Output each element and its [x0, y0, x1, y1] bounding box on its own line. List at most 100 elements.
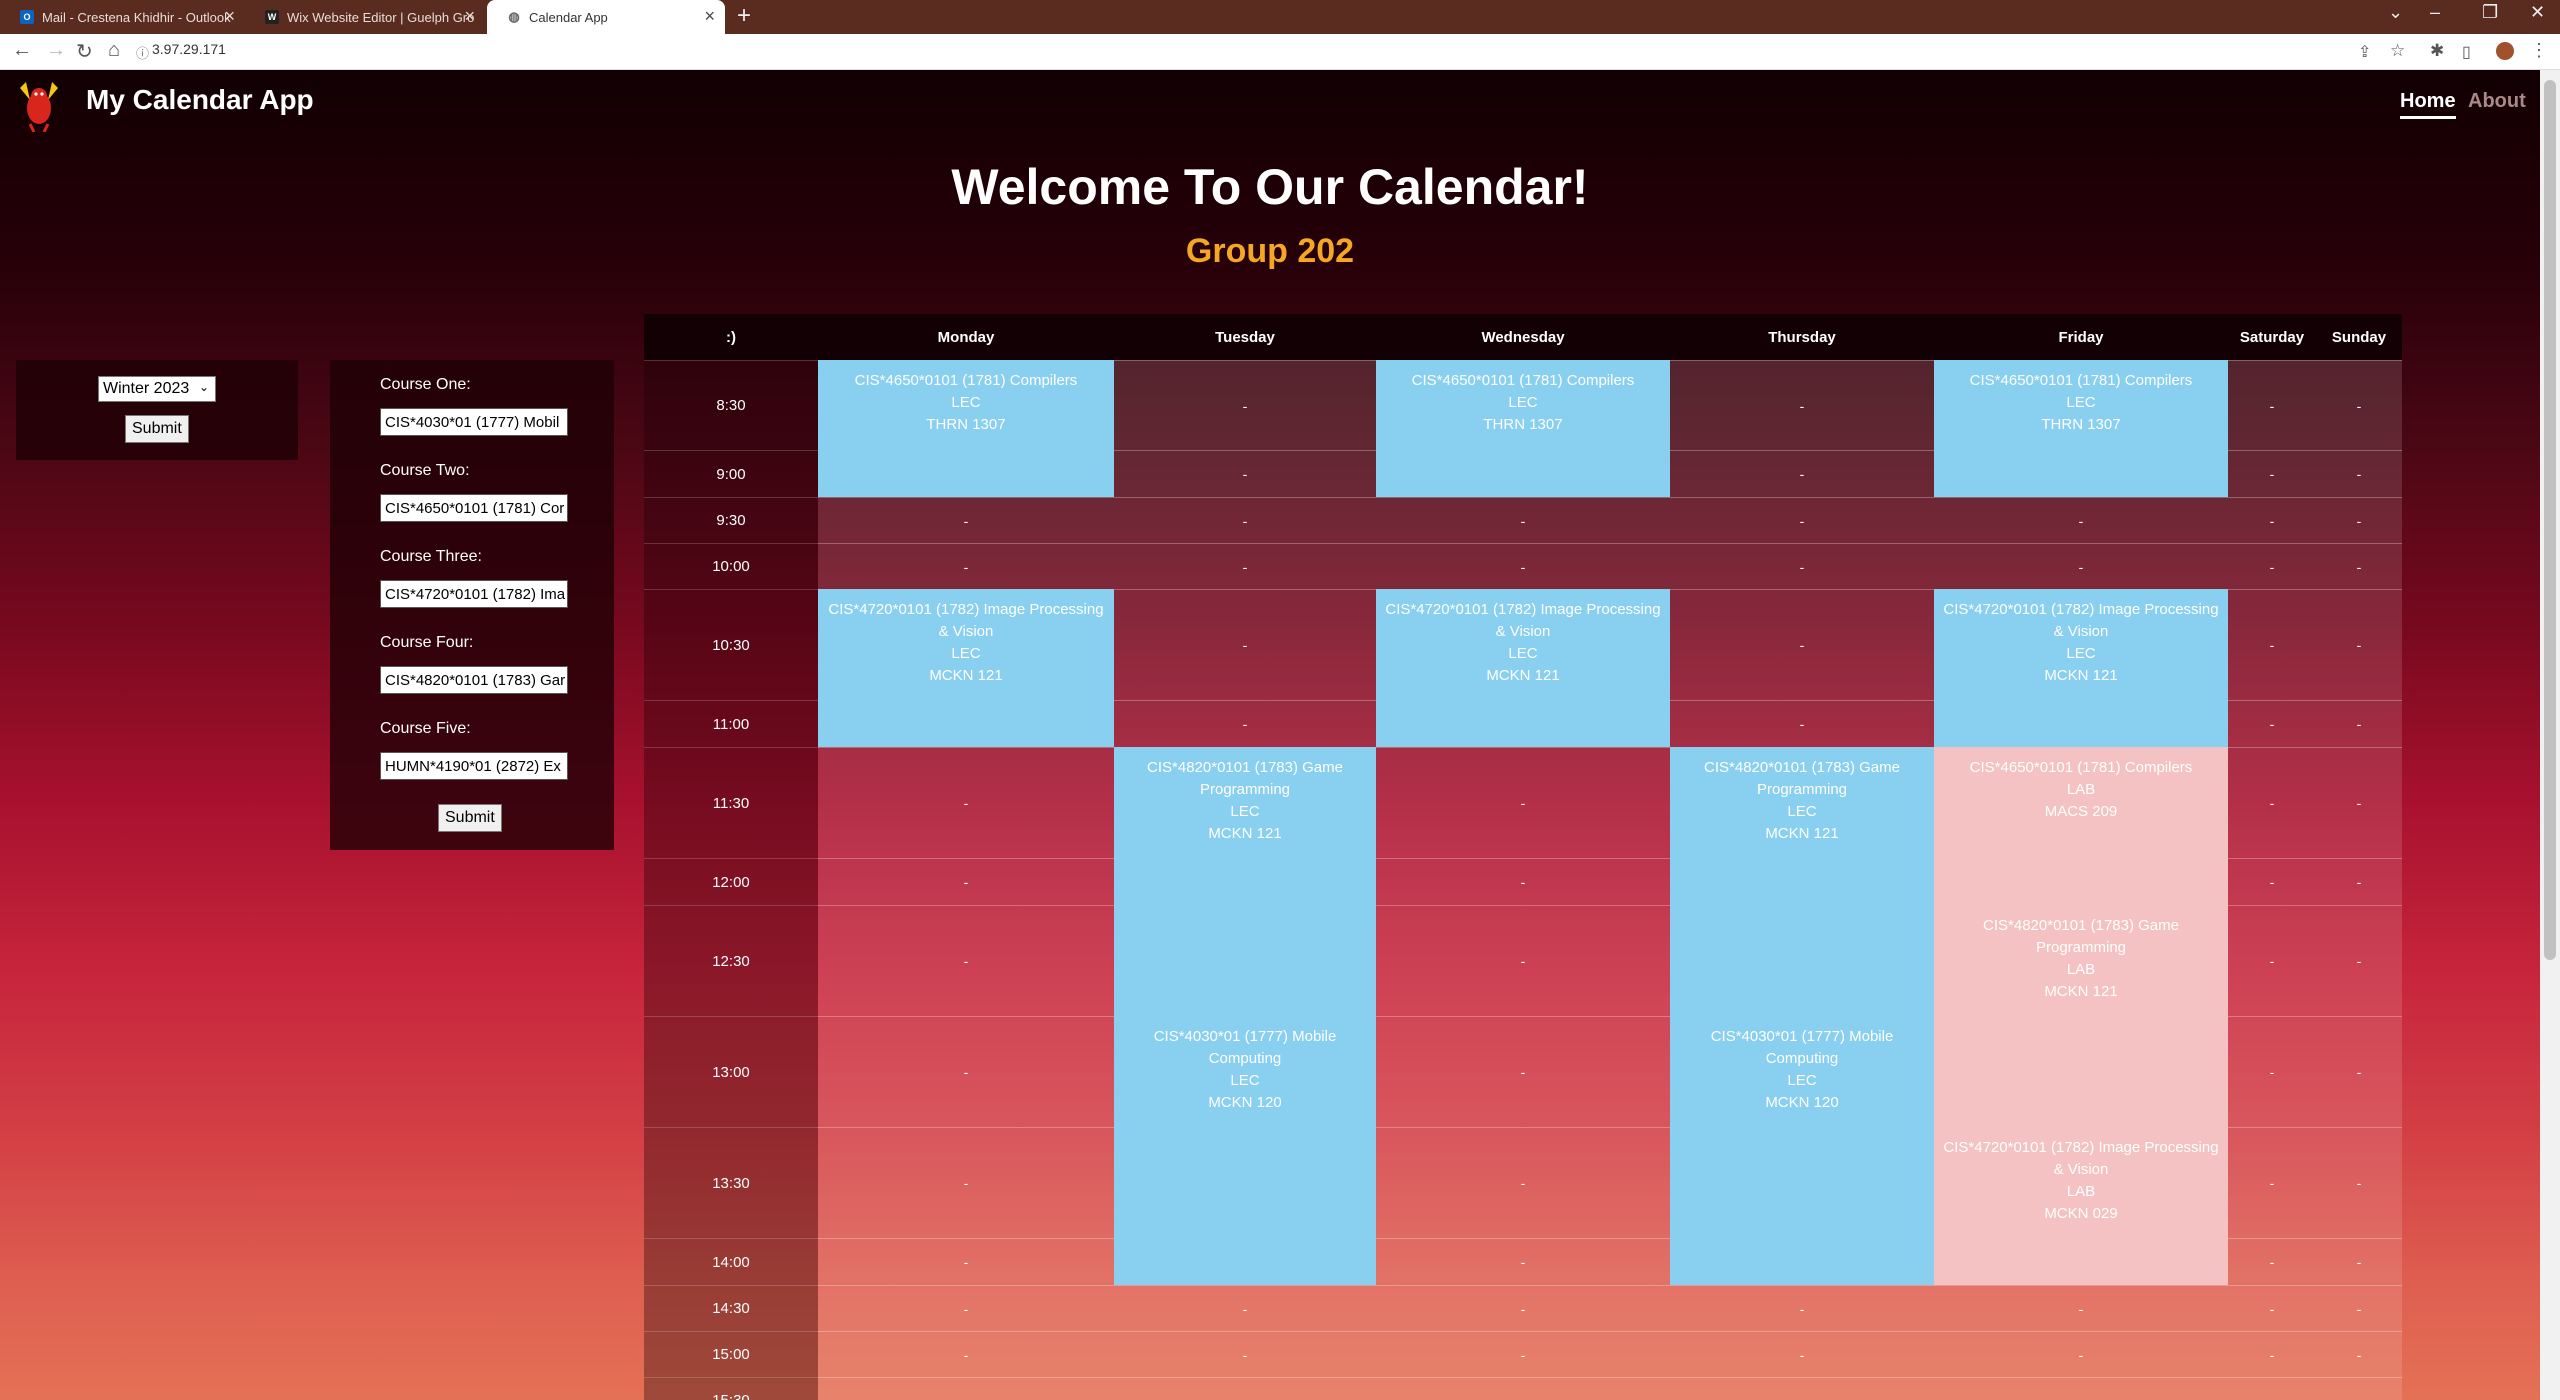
empty-slot[interactable]: - — [2228, 589, 2316, 700]
empty-slot[interactable]: - — [2228, 700, 2316, 747]
lab-event[interactable]: CIS*4820*0101 (1783) Game Programming LAB M… — [1934, 905, 2228, 1127]
lecture-event[interactable]: CIS*4650*0101 (1781) Compilers LEC THRN 13… — [1376, 360, 1670, 497]
empty-slot[interactable]: - — [2228, 1127, 2316, 1238]
empty-slot[interactable]: - — [2316, 589, 2402, 700]
term-submit-button[interactable]: Submit — [125, 415, 189, 443]
empty-slot[interactable]: - — [2228, 858, 2316, 905]
menu-icon[interactable]: ⋮ — [2530, 40, 2548, 61]
empty-slot[interactable]: - — [1376, 1285, 1670, 1331]
empty-slot[interactable]: - — [2228, 497, 2316, 543]
empty-slot[interactable]: - — [818, 1127, 1114, 1238]
empty-slot[interactable]: - — [2316, 360, 2402, 450]
lecture-event[interactable]: CIS*4650*0101 (1781) Compilers LEC THRN 13… — [1934, 360, 2228, 497]
empty-slot[interactable]: - — [1376, 1238, 1670, 1285]
extensions-icon[interactable]: ✱ — [2430, 41, 2444, 61]
empty-slot[interactable]: - — [2316, 497, 2402, 543]
empty-slot[interactable]: - — [1114, 543, 1376, 589]
course-one-input[interactable]: CIS*4030*01 (1777) Mobil — [380, 408, 568, 436]
empty-slot[interactable]: - — [1934, 1331, 2228, 1377]
close-tab-icon[interactable]: × — [224, 6, 235, 27]
empty-slot[interactable]: - — [2228, 1285, 2316, 1331]
share-icon[interactable]: ⇪ — [2358, 42, 2371, 62]
empty-slot[interactable]: - — [818, 747, 1114, 858]
empty-slot[interactable]: - — [1670, 497, 1934, 543]
empty-slot[interactable]: - — [2228, 1016, 2316, 1127]
empty-slot[interactable]: - — [1376, 1377, 1670, 1400]
empty-slot[interactable]: - — [2228, 360, 2316, 450]
lecture-event[interactable]: CIS*4820*0101 (1783) Game Programming LEC M… — [1114, 747, 1376, 1016]
empty-slot[interactable]: - — [2316, 700, 2402, 747]
empty-slot[interactable]: - — [818, 497, 1114, 543]
lecture-event[interactable]: CIS*4820*0101 (1783) Game Programming LEC M… — [1670, 747, 1934, 1016]
empty-slot[interactable]: - — [1376, 905, 1670, 1016]
course-two-input[interactable]: CIS*4650*0101 (1781) Cor — [380, 494, 568, 522]
empty-slot[interactable]: - — [818, 1016, 1114, 1127]
empty-slot[interactable]: - — [1670, 1285, 1934, 1331]
empty-slot[interactable]: - — [1114, 1377, 1376, 1400]
lecture-event[interactable]: CIS*4650*0101 (1781) Compilers LEC THRN 13… — [818, 360, 1114, 497]
empty-slot[interactable]: - — [818, 1285, 1114, 1331]
empty-slot[interactable]: - — [2316, 450, 2402, 497]
empty-slot[interactable]: - — [818, 1238, 1114, 1285]
empty-slot[interactable]: - — [818, 858, 1114, 905]
empty-slot[interactable]: - — [818, 543, 1114, 589]
empty-slot[interactable]: - — [2228, 543, 2316, 589]
empty-slot[interactable]: - — [2228, 905, 2316, 1016]
side-panel-icon[interactable]: ▯ — [2462, 42, 2471, 62]
page-scrollbar[interactable] — [2540, 70, 2560, 1400]
empty-slot[interactable]: - — [818, 1331, 1114, 1377]
empty-slot[interactable]: - — [1376, 1127, 1670, 1238]
empty-slot[interactable]: - — [2228, 747, 2316, 858]
empty-slot[interactable]: - — [818, 1377, 1114, 1400]
tab-wix[interactable]: W Wix Website Editor | Guelph Gro × — [245, 0, 485, 34]
empty-slot[interactable]: - — [1670, 543, 1934, 589]
empty-slot[interactable]: - — [2316, 1238, 2402, 1285]
empty-slot[interactable]: - — [1670, 450, 1934, 497]
empty-slot[interactable]: - — [2316, 747, 2402, 858]
empty-slot[interactable]: - — [2228, 1238, 2316, 1285]
empty-slot[interactable]: - — [1934, 1377, 2228, 1400]
empty-slot[interactable]: - — [1934, 497, 2228, 543]
empty-slot[interactable]: - — [1114, 589, 1376, 700]
lecture-event[interactable]: CIS*4030*01 (1777) Mobile Computing LEC MCK… — [1670, 1016, 1934, 1285]
empty-slot[interactable]: - — [1114, 700, 1376, 747]
lecture-event[interactable]: CIS*4720*0101 (1782) Image Processing & V… — [818, 589, 1114, 747]
close-tab-icon[interactable]: × — [704, 6, 715, 27]
empty-slot[interactable]: - — [1670, 1377, 1934, 1400]
nav-home-link[interactable]: Home — [2400, 90, 2456, 119]
empty-slot[interactable]: - — [818, 905, 1114, 1016]
home-icon[interactable]: ⌂ — [108, 39, 120, 62]
courses-submit-button[interactable]: Submit — [438, 804, 502, 832]
empty-slot[interactable]: - — [1114, 360, 1376, 450]
close-window-icon[interactable]: ✕ — [2530, 2, 2545, 23]
empty-slot[interactable]: - — [2316, 543, 2402, 589]
forward-icon[interactable]: → — [46, 39, 66, 62]
lab-event[interactable]: CIS*4650*0101 (1781) Compilers LAB MACS 20… — [1934, 747, 2228, 905]
empty-slot[interactable]: - — [1376, 497, 1670, 543]
empty-slot[interactable]: - — [1670, 360, 1934, 450]
empty-slot[interactable]: - — [1670, 700, 1934, 747]
lecture-event[interactable]: CIS*4720*0101 (1782) Image Processing & V… — [1376, 589, 1670, 747]
empty-slot[interactable]: - — [1376, 1331, 1670, 1377]
tab-calendar-app[interactable]: ◍ Calendar App × — [487, 0, 725, 34]
empty-slot[interactable]: - — [1670, 1331, 1934, 1377]
tab-search-icon[interactable]: ⌄ — [2388, 2, 2403, 23]
empty-slot[interactable]: - — [1376, 747, 1670, 858]
minimize-icon[interactable]: – — [2430, 2, 2440, 23]
empty-slot[interactable]: - — [2228, 1331, 2316, 1377]
course-four-input[interactable]: CIS*4820*0101 (1783) Gar — [380, 666, 568, 694]
empty-slot[interactable]: - — [1114, 497, 1376, 543]
address-bar[interactable]: 3.97.29.171 — [152, 41, 226, 57]
tab-outlook[interactable]: O Mail - Crestena Khidhir - Outlook × — [0, 0, 245, 34]
empty-slot[interactable]: - — [1376, 1016, 1670, 1127]
scrollbar-thumb[interactable] — [2544, 80, 2556, 960]
empty-slot[interactable]: - — [1114, 1285, 1376, 1331]
empty-slot[interactable]: - — [2316, 858, 2402, 905]
empty-slot[interactable]: - — [1934, 543, 2228, 589]
empty-slot[interactable]: - — [2316, 1127, 2402, 1238]
back-icon[interactable]: ← — [12, 39, 32, 62]
nav-about-link[interactable]: About — [2468, 90, 2526, 113]
empty-slot[interactable]: - — [1114, 450, 1376, 497]
empty-slot[interactable]: - — [2316, 905, 2402, 1016]
lecture-event[interactable]: CIS*4720*0101 (1782) Image Processing & V… — [1934, 589, 2228, 747]
